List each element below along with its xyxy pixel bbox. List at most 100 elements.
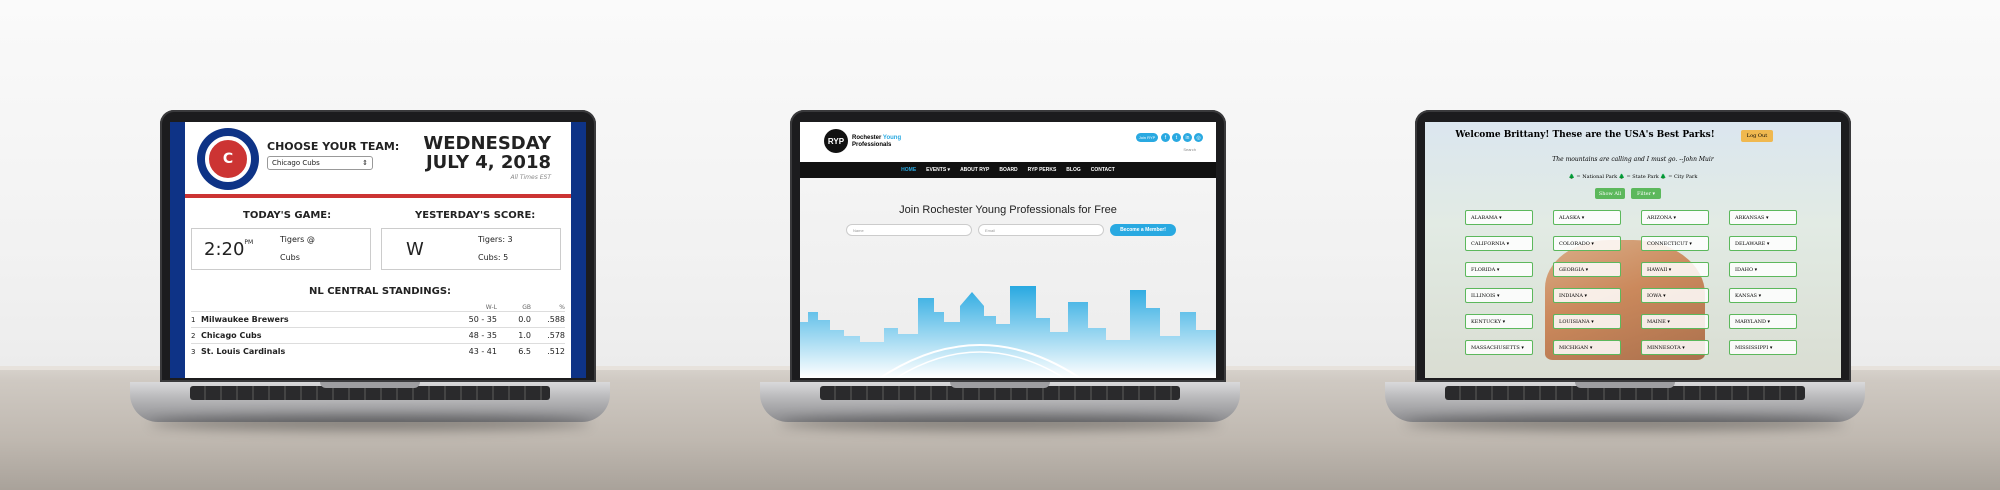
state-kentucky[interactable]: KENTUCKY ▾ xyxy=(1465,314,1533,329)
score-line-2: Cubs: 5 xyxy=(478,253,509,262)
trackpad xyxy=(950,382,1050,388)
away-team: Tigers @ xyxy=(280,235,315,244)
result-letter: W xyxy=(406,238,424,260)
city-skyline-graphic xyxy=(800,286,1216,378)
state-arkansas[interactable]: ARKANSAS ▾ xyxy=(1729,210,1797,225)
state-georgia[interactable]: GEORGIA ▾ xyxy=(1553,262,1621,277)
name-accent: Young xyxy=(882,135,902,141)
wl: 48 - 35 xyxy=(468,331,497,340)
rank: 1 xyxy=(191,315,196,324)
game-time: 2:20PM xyxy=(204,239,253,260)
pct: .588 xyxy=(547,315,565,324)
todays-game-heading: TODAY'S GAME: xyxy=(243,210,332,221)
table-row: 2 Chicago Cubs 48 - 35 1.0 .578 xyxy=(191,327,565,343)
instagram-icon[interactable]: ◎ xyxy=(1194,133,1203,142)
state-kansas[interactable]: KANSAS ▾ xyxy=(1729,288,1797,303)
game-time-value: 2:20 xyxy=(204,238,245,260)
name-line-2: Professionals xyxy=(852,142,892,148)
day-label: WEDNESDAY xyxy=(423,133,551,154)
nav-events[interactable]: EVENTS ▾ xyxy=(926,167,950,173)
date-display: WEDNESDAY JULY 4, 2018 xyxy=(423,134,551,172)
state-alaska[interactable]: ALASKA ▾ xyxy=(1553,210,1621,225)
state-colorado[interactable]: COLORADO ▾ xyxy=(1553,236,1621,251)
become-member-button[interactable]: Become a Member! xyxy=(1110,224,1176,236)
main-nav: HOME EVENTS ▾ ABOUT RYP BOARD RYP PERKS … xyxy=(800,162,1216,178)
team-select[interactable]: Chicago Cubs ⇕ xyxy=(267,156,373,170)
state-indiana[interactable]: INDIANA ▾ xyxy=(1553,288,1621,303)
email-field[interactable]: Email xyxy=(978,224,1104,236)
wl: 50 - 35 xyxy=(468,315,497,324)
state-illinois[interactable]: ILLINOIS ▾ xyxy=(1465,288,1533,303)
logout-button[interactable]: Log Out xyxy=(1741,130,1773,142)
state-minnesota[interactable]: MINNESOTA ▾ xyxy=(1641,340,1709,355)
nav-blog[interactable]: BLOG xyxy=(1066,167,1080,173)
yesterday-box: W Tigers: 3 Cubs: 5 xyxy=(381,228,561,270)
trackpad xyxy=(1575,382,1675,388)
trackpad xyxy=(320,382,420,388)
col-wl: W-L xyxy=(485,304,497,311)
keyboard xyxy=(820,386,1180,400)
state-california[interactable]: CALIFORNIA ▾ xyxy=(1465,236,1533,251)
state-alabama[interactable]: ALABAMA ▾ xyxy=(1465,210,1533,225)
date-label: JULY 4, 2018 xyxy=(425,152,551,173)
pct: .578 xyxy=(547,331,565,340)
join-button[interactable]: Join RYP xyxy=(1136,133,1158,142)
cubs-screen: C CHOOSE YOUR TEAM: Chicago Cubs ⇕ WEDNES… xyxy=(170,122,586,378)
score-line-1: Tigers: 3 xyxy=(478,235,513,244)
cubs-logo-mark: C xyxy=(205,136,251,182)
team-name: St. Louis Cardinals xyxy=(201,347,286,356)
state-mississippi[interactable]: MISSISSIPPI ▾ xyxy=(1729,340,1797,355)
welcome-title: Welcome Brittany! These are the USA's Be… xyxy=(1455,130,1715,140)
rank: 3 xyxy=(191,347,196,356)
state-maine[interactable]: MAINE ▾ xyxy=(1641,314,1709,329)
filter-button[interactable]: Filter ▾ xyxy=(1631,188,1661,199)
linkedin-icon[interactable]: in xyxy=(1183,133,1192,142)
name-line-1: Rochester xyxy=(852,135,882,141)
gb: 0.0 xyxy=(518,315,531,324)
keyboard xyxy=(1445,386,1805,400)
twitter-icon[interactable]: t xyxy=(1172,133,1181,142)
team-name: Chicago Cubs xyxy=(201,331,262,340)
nav-home[interactable]: HOME xyxy=(901,167,916,173)
hero-title: Join Rochester Young Professionals for F… xyxy=(899,204,1117,216)
table-row: 1 Milwaukee Brewers 50 - 35 0.0 .588 xyxy=(191,311,565,327)
red-divider xyxy=(185,194,571,198)
rank: 2 xyxy=(191,331,196,340)
ryp-name: Rochester Young Professionals xyxy=(852,135,901,149)
state-hawaii[interactable]: HAWAII ▾ xyxy=(1641,262,1709,277)
nav-perks[interactable]: RYP PERKS xyxy=(1028,167,1057,173)
quote: The mountains are calling and I must go.… xyxy=(1552,156,1714,163)
state-florida[interactable]: FLORIDA ▾ xyxy=(1465,262,1533,277)
show-all-button[interactable]: Show All xyxy=(1595,188,1625,199)
state-idaho[interactable]: IDAHO ▾ xyxy=(1729,262,1797,277)
laptop-shadow xyxy=(150,416,590,430)
home-team: Cubs xyxy=(280,253,300,262)
nav-board[interactable]: BOARD xyxy=(999,167,1017,173)
table-row: 3 St. Louis Cardinals 43 - 41 6.5 .512 xyxy=(191,343,565,359)
col-pct: % xyxy=(559,304,565,311)
ryp-screen: RYP Rochester Young Professionals Join RY… xyxy=(800,122,1216,378)
team-select-value: Chicago Cubs xyxy=(272,159,320,167)
laptop-shadow xyxy=(780,416,1220,430)
select-arrows-icon: ⇕ xyxy=(362,159,368,167)
yesterday-heading: YESTERDAY'S SCORE: xyxy=(415,210,536,221)
state-massachusetts[interactable]: MASSACHUSETTS ▾ xyxy=(1465,340,1533,355)
laptop-shadow xyxy=(1405,416,1845,430)
state-maryland[interactable]: MARYLAND ▾ xyxy=(1729,314,1797,329)
name-field[interactable]: Name xyxy=(846,224,972,236)
score-lines: Tigers: 3 Cubs: 5 xyxy=(478,231,513,267)
nav-contact[interactable]: CONTACT xyxy=(1091,167,1115,173)
facebook-icon[interactable]: f xyxy=(1161,133,1170,142)
state-arizona[interactable]: ARIZONA ▾ xyxy=(1641,210,1709,225)
state-connecticut[interactable]: CONNECTICUT ▾ xyxy=(1641,236,1709,251)
wl: 43 - 41 xyxy=(468,347,497,356)
state-michigan[interactable]: MICHIGAN ▾ xyxy=(1553,340,1621,355)
col-gb: GB xyxy=(522,304,531,311)
standings-header: W-L GB % xyxy=(191,304,565,311)
state-iowa[interactable]: IOWA ▾ xyxy=(1641,288,1709,303)
ryp-logo[interactable]: RYP xyxy=(824,129,848,153)
state-louisiana[interactable]: LOUISIANA ▾ xyxy=(1553,314,1621,329)
nav-about[interactable]: ABOUT RYP xyxy=(960,167,989,173)
search-input[interactable]: Search xyxy=(1183,147,1196,152)
state-delaware[interactable]: DELAWARE ▾ xyxy=(1729,236,1797,251)
